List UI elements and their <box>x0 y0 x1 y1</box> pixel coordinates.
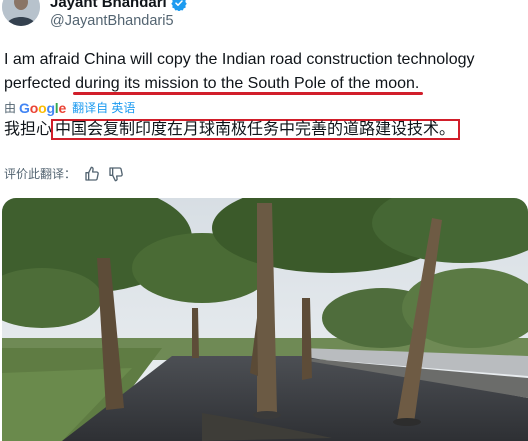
thumbs-down-icon[interactable] <box>108 166 124 182</box>
tweet-line-2: perfected during its mission to the Sout… <box>4 72 524 96</box>
road-trees-photo <box>2 198 528 441</box>
translation-attribution: 由 Google 翻译自 英语 <box>4 99 135 116</box>
author-name[interactable]: Jayant Bhandari <box>50 0 167 11</box>
avatar[interactable] <box>2 0 40 26</box>
tweet-photo[interactable] <box>2 198 528 441</box>
rate-translation-label: 评价此翻译： <box>4 167 77 181</box>
rate-translation-row: 评价此翻译： <box>4 165 124 182</box>
author-name-row: Jayant Bhandari <box>50 0 187 11</box>
tweet-text: I am afraid China will copy the Indian r… <box>4 48 524 96</box>
tweet-header: Jayant Bhandari @JayantBhandari5 <box>0 0 528 40</box>
highlighted-phrase: during its mission to the South Pole of … <box>75 75 420 92</box>
tweet-line-1: I am afraid China will copy the Indian r… <box>4 51 475 68</box>
translated-by-label: 由 <box>4 101 17 115</box>
author-handle[interactable]: @JayantBhandari5 <box>50 13 174 29</box>
translated-from-link[interactable]: 翻译自 英语 <box>72 99 135 116</box>
google-logo: Google <box>19 99 67 116</box>
verified-badge-icon <box>170 0 187 11</box>
translated-highlight-box: 中国会复制印度在月球南极任务中完善的道路建设技术。 <box>51 119 461 140</box>
tweet-line-2-prefix: perfected <box>4 75 76 92</box>
translated-text: 我担心 中国会复制印度在月球南极任务中完善的道路建设技术。 <box>4 119 461 141</box>
thumbs-up-icon[interactable] <box>84 166 100 182</box>
translated-text-prefix: 我担心 <box>4 121 53 138</box>
